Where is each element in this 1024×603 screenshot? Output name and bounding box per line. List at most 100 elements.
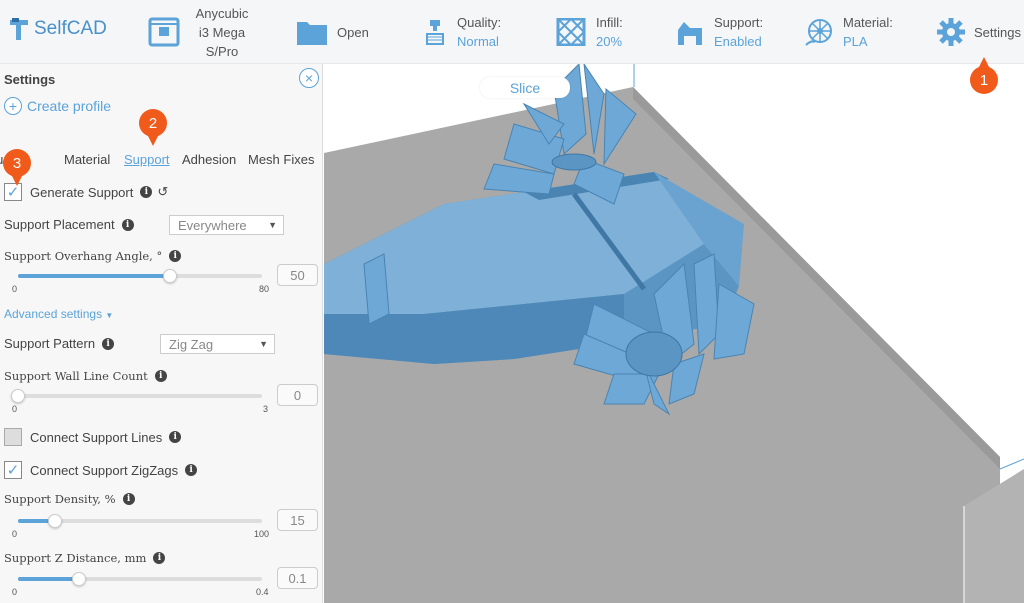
support-pattern-label-row: Support Pattern i xyxy=(4,336,115,351)
wall-line-count-slider[interactable] xyxy=(11,389,262,403)
wall-line-count-slider-thumb[interactable] xyxy=(11,389,25,403)
material-value: PLA xyxy=(843,34,868,49)
advanced-settings-toggle[interactable]: Advanced settings ▼ xyxy=(4,307,113,321)
wall-line-count-label: Support Wall Line Count xyxy=(4,369,148,383)
info-icon[interactable]: i xyxy=(140,186,153,198)
tab-adhesion[interactable]: Adhesion xyxy=(182,152,236,167)
printer-icon xyxy=(148,17,180,47)
tab-support[interactable]: Support xyxy=(124,152,170,167)
overhang-label-row: Support Overhang Angle, ° i xyxy=(4,249,182,263)
wall-line-count-min: 0 xyxy=(12,404,18,414)
support-label: Support: xyxy=(714,15,764,30)
tab-mesh-fixes[interactable]: Mesh Fixes xyxy=(248,152,314,167)
infill-value: 20% xyxy=(596,34,623,49)
density-label-row: Support Density, % i xyxy=(4,492,135,506)
wall-line-count-input[interactable]: 0 xyxy=(277,384,318,406)
z-distance-max: 0.4 xyxy=(256,587,269,597)
create-profile-link[interactable]: + Create profile xyxy=(4,97,111,115)
gear-icon xyxy=(937,18,965,46)
z-distance-slider-fill xyxy=(18,577,79,581)
material-label: Material: xyxy=(843,15,893,30)
advanced-settings-label: Advanced settings xyxy=(4,307,103,321)
support-placement-label-row: Support Placement i xyxy=(4,217,134,232)
density-slider[interactable] xyxy=(18,514,262,528)
z-distance-label-row: Support Z Distance, mm i xyxy=(4,551,166,565)
callout-badge-3: 3 xyxy=(3,149,31,186)
info-icon[interactable]: i xyxy=(185,464,198,476)
overhang-label: Support Overhang Angle, ° xyxy=(4,249,163,263)
overhang-slider-fill xyxy=(18,274,170,278)
info-icon[interactable]: i xyxy=(122,493,135,505)
settings-tabs: Quality Material Support Adhesion Mesh F… xyxy=(0,152,322,172)
create-profile-label: Create profile xyxy=(27,98,112,114)
printer-line3: S/Pro xyxy=(205,43,239,59)
z-distance-slider[interactable] xyxy=(18,572,262,586)
chevron-down-icon: ▼ xyxy=(259,339,268,349)
z-distance-label: Support Z Distance, mm xyxy=(4,551,147,565)
printer-selector[interactable]: Anycubic i3 Mega S/Pro xyxy=(148,0,252,64)
close-icon: × xyxy=(304,70,314,86)
selfcad-logo-icon xyxy=(10,18,28,40)
overhang-min: 0 xyxy=(12,284,18,294)
callout-badge-1: 1 xyxy=(970,57,998,94)
slice-button[interactable]: Slice xyxy=(480,77,570,98)
generate-support-row: ✓ Generate Support i ↺ xyxy=(4,183,168,201)
folder-icon xyxy=(297,22,327,45)
filament-spool-icon xyxy=(805,19,832,46)
connect-lines-label: Connect Support Lines xyxy=(30,429,163,445)
quality-value: Normal xyxy=(457,34,499,49)
quality-button[interactable]: Quality: Normal xyxy=(424,0,501,64)
overhang-slider-thumb[interactable] xyxy=(163,269,177,283)
connect-zigzags-label: Connect Support ZigZags xyxy=(30,462,179,478)
selfcad-logo[interactable]: SelfCAD xyxy=(8,16,107,42)
z-distance-input[interactable]: 0.1 xyxy=(277,567,318,589)
support-placement-value: Everywhere xyxy=(178,217,247,233)
panel-title: Settings xyxy=(4,72,56,87)
open-label: Open xyxy=(337,24,369,40)
info-icon[interactable]: i xyxy=(169,431,182,443)
z-distance-min: 0 xyxy=(12,587,18,597)
info-icon[interactable]: i xyxy=(154,370,167,382)
connect-zigzags-row: ✓ Connect Support ZigZags i xyxy=(4,461,198,479)
caret-down-icon: ▼ xyxy=(105,311,114,320)
open-button[interactable]: Open xyxy=(296,0,369,64)
callout-badge-2: 2 xyxy=(139,109,167,146)
info-icon[interactable]: i xyxy=(169,250,182,262)
support-pattern-value: Zig Zag xyxy=(169,336,214,352)
tab-material[interactable]: Material xyxy=(64,152,110,167)
info-icon[interactable]: i xyxy=(153,552,166,564)
close-panel-button[interactable]: × xyxy=(299,68,319,88)
overhang-slider[interactable] xyxy=(18,269,262,283)
build-plate-scene xyxy=(324,64,1024,603)
support-pattern-label: Support Pattern xyxy=(4,336,96,351)
overhang-input[interactable]: 50 xyxy=(277,264,318,286)
support-icon xyxy=(678,22,702,45)
quality-icon xyxy=(426,20,444,45)
material-button[interactable]: Material: PLA xyxy=(805,0,893,64)
support-placement-select[interactable]: Everywhere ▼ xyxy=(169,215,284,235)
settings-button[interactable]: Settings xyxy=(936,0,1021,64)
density-slider-thumb[interactable] xyxy=(48,514,62,528)
quality-label: Quality: xyxy=(457,15,502,30)
density-min: 0 xyxy=(12,529,18,539)
3d-viewport[interactable] xyxy=(324,64,1024,603)
infill-button[interactable]: Infill: 20% xyxy=(556,0,623,64)
z-distance-slider-thumb[interactable] xyxy=(72,572,86,586)
reset-icon[interactable]: ↺ xyxy=(157,184,168,200)
info-icon[interactable]: i xyxy=(102,337,115,350)
generate-support-label: Generate Support xyxy=(30,184,134,200)
density-label: Support Density, % xyxy=(4,492,116,506)
density-input[interactable]: 15 xyxy=(277,509,318,531)
info-icon[interactable]: i xyxy=(121,218,134,231)
plus-icon: + xyxy=(4,97,22,115)
infill-icon xyxy=(556,18,586,46)
density-max: 100 xyxy=(254,529,270,539)
logo-text: SelfCAD xyxy=(34,18,107,39)
connect-lines-checkbox[interactable] xyxy=(4,428,22,446)
printer-line2: i3 Mega xyxy=(198,24,246,40)
support-button[interactable]: Support: Enabled xyxy=(676,0,763,64)
support-placement-label: Support Placement xyxy=(4,217,115,232)
connect-zigzags-checkbox[interactable]: ✓ xyxy=(4,461,22,479)
support-pattern-select[interactable]: Zig Zag ▼ xyxy=(160,334,275,354)
top-toolbar: SelfCAD Anycubic i3 Mega S/Pro Open Qual… xyxy=(0,0,1024,64)
